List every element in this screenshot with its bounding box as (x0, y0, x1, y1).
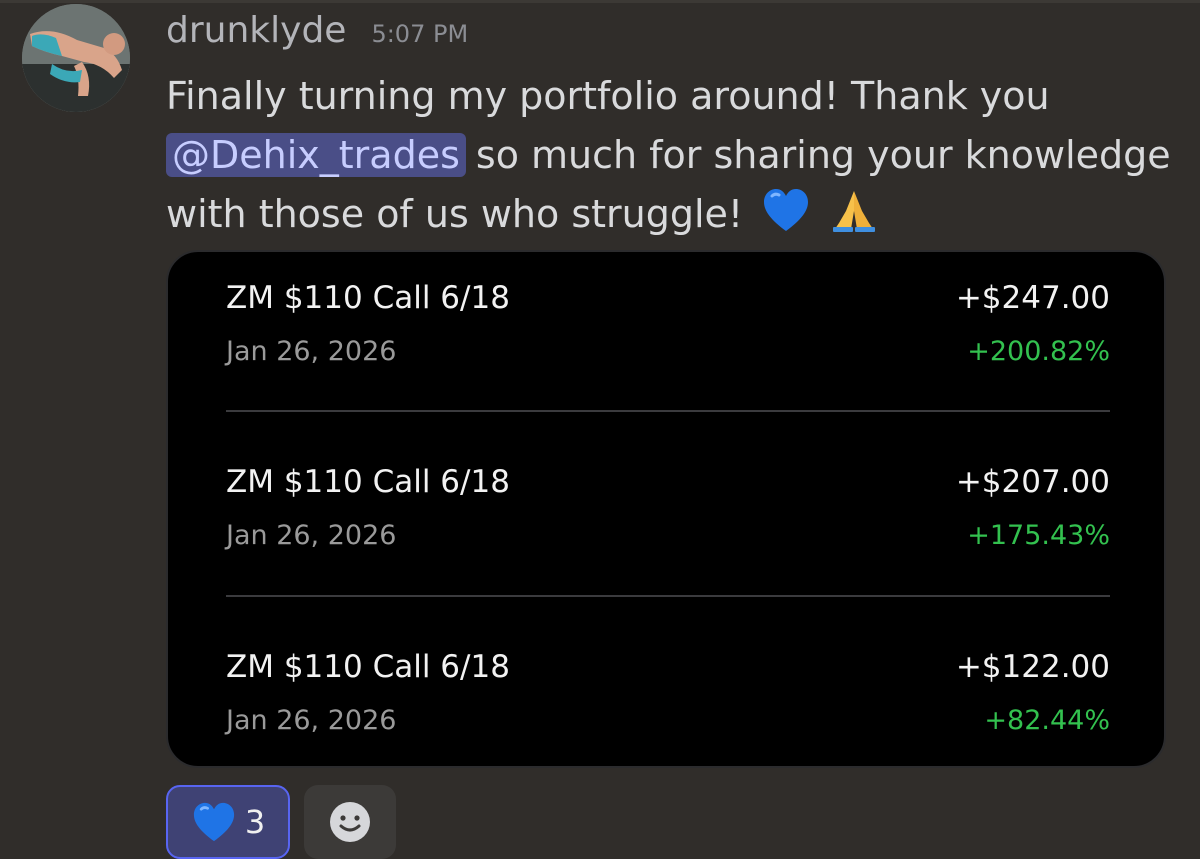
reaction-count: 3 (244, 803, 266, 841)
message-text: Finally turning my portfolio around! Tha… (166, 67, 1176, 244)
trade-pnl: +$247.00 (955, 280, 1110, 316)
message-line: @Dehix_trades so much for sharing your kn… (166, 126, 1176, 185)
trade-row[interactable]: ZM $110 Call 6/18 Jan 26, 2026 +$207.00 … (226, 464, 1110, 584)
reactions-bar: 3 (166, 785, 396, 859)
blue-heart-icon (761, 187, 811, 233)
trade-symbol: ZM $110 Call 6/18 (226, 464, 510, 500)
trades-card: ZM $110 Call 6/18 Jan 26, 2026 +$247.00 … (166, 250, 1166, 768)
trade-pnl: +$207.00 (955, 464, 1110, 500)
trade-row[interactable]: ZM $110 Call 6/18 Jan 26, 2026 +$122.00 … (226, 649, 1110, 769)
reaction-blue-heart[interactable]: 3 (166, 785, 290, 859)
trade-symbol: ZM $110 Call 6/18 (226, 280, 510, 316)
chat-message-view: drunklyde 5:07 PM Finally turning my por… (0, 0, 1200, 859)
message-header: drunklyde 5:07 PM (166, 10, 468, 58)
trade-percent: +82.44% (984, 705, 1110, 736)
trade-row[interactable]: ZM $110 Call 6/18 Jan 26, 2026 +$247.00 … (226, 280, 1110, 400)
trade-pnl: +$122.00 (955, 649, 1110, 685)
username[interactable]: drunklyde (166, 10, 346, 51)
message-text-line1: Finally turning my portfolio around! Tha… (166, 74, 1050, 118)
blue-heart-icon (191, 801, 237, 843)
add-reaction-button[interactable] (304, 785, 396, 859)
row-divider (226, 410, 1110, 412)
row-divider (226, 595, 1110, 597)
top-divider (0, 0, 1200, 3)
message-line: with those of us who struggle! (166, 185, 1176, 244)
trade-percent: +175.43% (967, 520, 1110, 551)
avatar[interactable] (22, 4, 130, 112)
timestamp: 5:07 PM (371, 20, 469, 48)
trade-date: Jan 26, 2026 (226, 336, 397, 367)
smiley-face-icon (330, 802, 370, 842)
trade-date: Jan 26, 2026 (226, 705, 397, 736)
avatar-image (22, 4, 130, 112)
user-mention[interactable]: @Dehix_trades (166, 133, 466, 177)
trade-percent: +200.82% (967, 336, 1110, 367)
message-text-line3: with those of us who struggle! (166, 192, 744, 236)
folded-hands-icon (829, 187, 879, 233)
trade-symbol: ZM $110 Call 6/18 (226, 649, 510, 685)
trade-date: Jan 26, 2026 (226, 520, 397, 551)
message-line: Finally turning my portfolio around! Tha… (166, 67, 1176, 126)
message-text-line2: so much for sharing your knowledge (475, 133, 1171, 177)
